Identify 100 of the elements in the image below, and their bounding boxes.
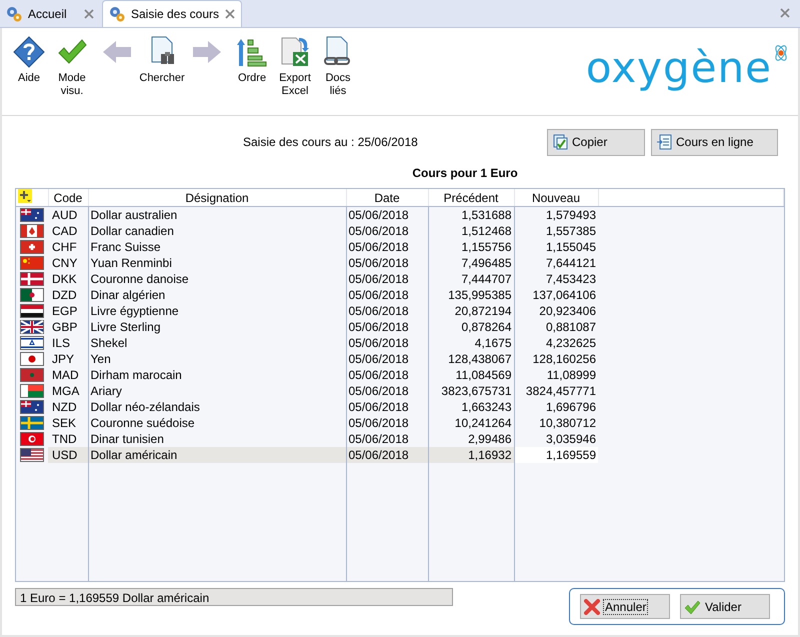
table-row[interactable]: SEK Couronne suédoise 05/06/2018 10,241264 10,380712 bbox=[16, 415, 784, 431]
logo-text: oxygène bbox=[586, 42, 772, 94]
currency-name: Livre égyptienne bbox=[88, 303, 346, 319]
new-rate[interactable]: 1,557385 bbox=[514, 223, 598, 239]
table-row[interactable]: CNY Yuan Renminbi 05/06/2018 7,496485 7,644121 bbox=[16, 255, 784, 271]
previous-rate: 135,995385 bbox=[428, 287, 514, 303]
table-row[interactable]: AUD Dollar australien 05/06/2018 1,531688 1,579493 bbox=[16, 206, 784, 223]
date-cell: 05/06/2018 bbox=[346, 303, 428, 319]
currency-name: Dollar canadien bbox=[88, 223, 346, 239]
previous-rate: 1,531688 bbox=[428, 206, 514, 223]
new-rate[interactable]: 0,881087 bbox=[514, 319, 598, 335]
date-cell: 05/06/2018 bbox=[346, 383, 428, 399]
table-row[interactable]: MAD Dirham marocain 05/06/2018 11,084569 11,08999 bbox=[16, 367, 784, 383]
column-header[interactable]: Désignation bbox=[88, 189, 346, 206]
date-cell: 05/06/2018 bbox=[346, 319, 428, 335]
ok-button[interactable]: Valider bbox=[680, 594, 770, 619]
flag-icon bbox=[20, 288, 44, 302]
currency-code: CNY bbox=[48, 255, 88, 271]
tab[interactable]: Saisie des cours bbox=[102, 0, 242, 27]
currency-name: Dollar néo-zélandais bbox=[88, 399, 346, 415]
previous-rate: 1,16932 bbox=[428, 447, 514, 463]
new-rate[interactable]: 7,453423 bbox=[514, 271, 598, 287]
help-icon[interactable] bbox=[13, 36, 45, 68]
new-rate[interactable]: 128,160256 bbox=[514, 351, 598, 367]
previous-rate: 11,084569 bbox=[428, 367, 514, 383]
page-heading: Saisie des cours au : 25/06/2018 bbox=[243, 135, 419, 149]
table-row[interactable]: USD Dollar américain 05/06/2018 1,16932 1,169559 bbox=[16, 447, 784, 463]
toolbar-label[interactable]: Aide bbox=[18, 72, 40, 85]
previous-rate: 0,878264 bbox=[428, 319, 514, 335]
date-cell: 05/06/2018 bbox=[346, 223, 428, 239]
previous-rate: 7,496485 bbox=[428, 255, 514, 271]
new-rate[interactable]: 20,923406 bbox=[514, 303, 598, 319]
copy-icon bbox=[552, 134, 568, 150]
currency-code: CHF bbox=[48, 239, 88, 255]
new-rate[interactable]: 1,579493 bbox=[514, 206, 598, 223]
currency-name: Dollar américain bbox=[88, 447, 346, 463]
new-rate[interactable]: 1,169559 bbox=[514, 447, 598, 463]
column-header[interactable]: Date bbox=[346, 189, 428, 206]
toolbar-label[interactable]: Export Excel bbox=[274, 72, 316, 98]
table-row[interactable]: JPY Yen 05/06/2018 128,438067 128,160256 bbox=[16, 351, 784, 367]
close-icon[interactable] bbox=[780, 8, 790, 18]
currency-code: AUD bbox=[48, 206, 88, 223]
previous-rate: 128,438067 bbox=[428, 351, 514, 367]
table-row[interactable]: ILS Shekel 05/06/2018 4,1675 4,232625 bbox=[16, 335, 784, 351]
document-list-icon bbox=[656, 134, 672, 150]
new-rate[interactable]: 7,644121 bbox=[514, 255, 598, 271]
new-rate[interactable]: 137,064106 bbox=[514, 287, 598, 303]
excel-export-icon[interactable] bbox=[279, 36, 311, 68]
table-row[interactable]: CHF Franc Suisse 05/06/2018 1,155756 1,155045 bbox=[16, 239, 784, 255]
table-row[interactable]: NZD Dollar néo-zélandais 05/06/2018 1,663243 1,696796 bbox=[16, 399, 784, 415]
close-icon[interactable] bbox=[225, 9, 235, 19]
flag-icon bbox=[20, 368, 44, 382]
column-chooser-icon[interactable] bbox=[18, 189, 32, 203]
new-rate[interactable]: 3824,457771 bbox=[514, 383, 598, 399]
flag-icon bbox=[20, 320, 44, 334]
date-cell: 05/06/2018 bbox=[346, 351, 428, 367]
table-row[interactable]: DKK Couronne danoise 05/06/2018 7,444707 7,453423 bbox=[16, 271, 784, 287]
table-row[interactable]: GBP Livre Sterling 05/06/2018 0,878264 0,881087 bbox=[16, 319, 784, 335]
flag-icon bbox=[20, 256, 44, 270]
currency-code: NZD bbox=[48, 399, 88, 415]
previous-rate: 1,663243 bbox=[428, 399, 514, 415]
flag-icon bbox=[20, 432, 44, 446]
column-header[interactable]: Précédent bbox=[428, 189, 514, 206]
toolbar-label[interactable]: Ordre bbox=[238, 72, 266, 85]
close-icon[interactable] bbox=[84, 9, 94, 19]
currency-code: MGA bbox=[48, 383, 88, 399]
currency-name: Dollar australien bbox=[88, 206, 346, 223]
date-cell: 05/06/2018 bbox=[346, 239, 428, 255]
currency-code: MAD bbox=[48, 367, 88, 383]
flag-icon bbox=[20, 384, 44, 398]
online-rates-button[interactable]: Cours en ligne bbox=[651, 128, 778, 156]
flag-icon bbox=[20, 416, 44, 430]
table-row[interactable]: DZD Dinar algérien 05/06/2018 135,995385 137,064106 bbox=[16, 287, 784, 303]
tab[interactable]: Accueil bbox=[0, 1, 100, 27]
previous-rate: 7,444707 bbox=[428, 271, 514, 287]
date-cell: 05/06/2018 bbox=[346, 206, 428, 223]
cross-icon bbox=[584, 598, 600, 614]
new-rate[interactable]: 1,696796 bbox=[514, 399, 598, 415]
new-rate[interactable]: 10,380712 bbox=[514, 415, 598, 431]
currency-code: GBP bbox=[48, 319, 88, 335]
copy-button[interactable]: Copier bbox=[547, 128, 645, 156]
currency-code: SEK bbox=[48, 415, 88, 431]
date-cell: 05/06/2018 bbox=[346, 367, 428, 383]
date-cell: 05/06/2018 bbox=[346, 415, 428, 431]
checkmark-icon bbox=[684, 598, 700, 614]
previous-rate: 4,1675 bbox=[428, 335, 514, 351]
cancel-button[interactable]: Annuler bbox=[580, 594, 670, 619]
table-row[interactable]: EGP Livre égyptienne 05/06/2018 20,872194 20,923406 bbox=[16, 303, 784, 319]
table-row[interactable]: MGA Ariary 05/06/2018 3823,675731 3824,457771 bbox=[16, 383, 784, 399]
new-rate[interactable]: 1,155045 bbox=[514, 239, 598, 255]
new-rate[interactable]: 4,232625 bbox=[514, 335, 598, 351]
toolbar-label[interactable]: Chercher bbox=[139, 72, 185, 85]
new-rate[interactable]: 11,08999 bbox=[514, 367, 598, 383]
currency-name: Couronne suédoise bbox=[88, 415, 346, 431]
toolbar-label[interactable]: Docs liés bbox=[317, 72, 359, 98]
table-row[interactable]: CAD Dollar canadien 05/06/2018 1,512468 1,557385 bbox=[16, 223, 784, 239]
column-header[interactable]: Nouveau bbox=[514, 189, 598, 206]
column-header[interactable]: Code bbox=[48, 189, 88, 206]
conversion-status: 1 Euro = 1,169559 Dollar américain bbox=[15, 588, 453, 606]
toolbar-label[interactable]: Mode visu. bbox=[51, 72, 93, 98]
